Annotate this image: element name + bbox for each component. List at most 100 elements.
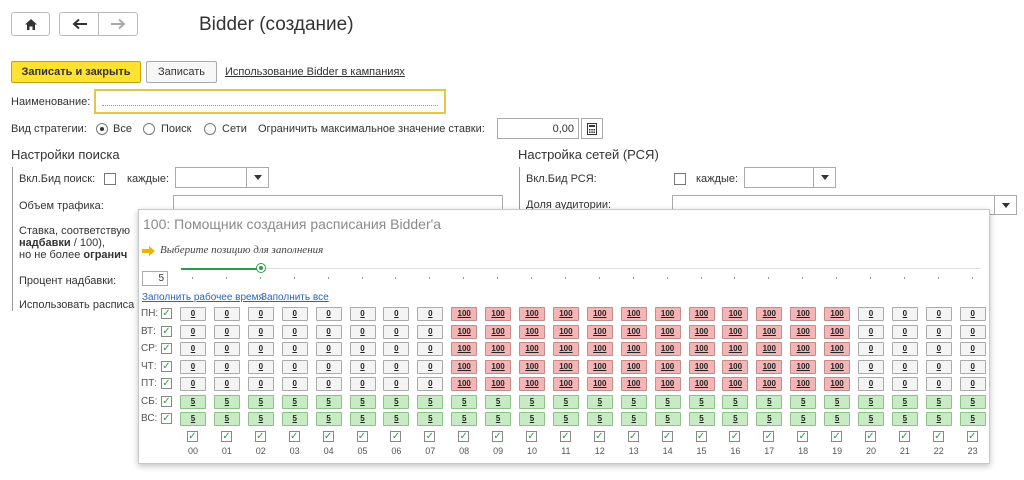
hour-checkbox[interactable]: ✓: [865, 431, 876, 442]
schedule-cell[interactable]: 100: [485, 324, 512, 339]
schedule-cell[interactable]: 0: [315, 307, 342, 321]
schedule-cell[interactable]: 100: [756, 324, 783, 339]
schedule-cell[interactable]: 0: [925, 307, 952, 321]
schedule-cell[interactable]: 100: [824, 342, 851, 356]
schedule-cell[interactable]: 0: [383, 307, 410, 321]
hour-checkbox[interactable]: ✓: [627, 431, 639, 442]
schedule-cell[interactable]: 100: [654, 359, 681, 374]
schedule-cell[interactable]: 100: [756, 359, 783, 374]
schedule-cell[interactable]: 100: [620, 377, 647, 391]
search-every-select[interactable]: [175, 167, 269, 188]
schedule-cell[interactable]: 0: [180, 342, 206, 356]
schedule-cell[interactable]: 0: [891, 307, 918, 321]
schedule-cell[interactable]: 5: [383, 394, 410, 409]
schedule-cell[interactable]: 0: [959, 342, 986, 356]
fill-work-time-link[interactable]: Заполнить рабочее время: [142, 292, 264, 303]
chevron-down-icon[interactable]: [813, 168, 835, 187]
fill-all-link[interactable]: Заполнить все: [261, 292, 329, 303]
schedule-cell[interactable]: 100: [552, 377, 579, 391]
schedule-cell[interactable]: 5: [925, 412, 952, 426]
schedule-cell[interactable]: 5: [959, 412, 986, 426]
schedule-cell[interactable]: 0: [959, 359, 986, 374]
schedule-cell[interactable]: 100: [620, 324, 647, 339]
schedule-cell[interactable]: 0: [247, 324, 274, 339]
schedule-cell[interactable]: 5: [383, 412, 410, 426]
schedule-cell[interactable]: 0: [383, 342, 410, 356]
save-and-close-button[interactable]: Записать и закрыть: [11, 61, 141, 83]
hour-checkbox[interactable]: ✓: [661, 431, 673, 442]
schedule-cell[interactable]: 5: [315, 394, 342, 409]
schedule-cell[interactable]: 100: [485, 377, 512, 391]
schedule-cell[interactable]: 100: [790, 377, 817, 391]
search-enable-checkbox[interactable]: [104, 173, 116, 185]
day-checkbox[interactable]: ✓: [161, 343, 172, 354]
schedule-cell[interactable]: 100: [824, 307, 851, 321]
schedule-cell[interactable]: 0: [180, 359, 206, 374]
calculator-button[interactable]: [581, 118, 603, 139]
max-bid-input[interactable]: 0,00: [497, 118, 579, 139]
schedule-cell[interactable]: 0: [383, 324, 410, 339]
schedule-cell[interactable]: 5: [180, 394, 206, 409]
schedule-cell[interactable]: 5: [485, 394, 512, 409]
schedule-cell[interactable]: 100: [756, 307, 783, 321]
schedule-cell[interactable]: 100: [451, 342, 478, 356]
hour-checkbox[interactable]: ✓: [559, 431, 571, 442]
hour-checkbox[interactable]: ✓: [797, 431, 809, 442]
save-button[interactable]: Записать: [146, 61, 217, 83]
schedule-cell[interactable]: 0: [349, 307, 376, 321]
schedule-cell[interactable]: 0: [858, 377, 884, 391]
schedule-cell[interactable]: 100: [586, 377, 613, 391]
schedule-cell[interactable]: 0: [959, 377, 986, 391]
schedule-cell[interactable]: 0: [247, 377, 274, 391]
schedule-cell[interactable]: 5: [349, 412, 376, 426]
hour-checkbox[interactable]: ✓: [322, 431, 334, 442]
hour-checkbox[interactable]: ✓: [187, 431, 198, 442]
schedule-cell[interactable]: 0: [281, 307, 308, 321]
schedule-cell[interactable]: 0: [349, 324, 376, 339]
schedule-cell[interactable]: 100: [756, 377, 783, 391]
schedule-cell[interactable]: 5: [349, 394, 376, 409]
schedule-cell[interactable]: 100: [451, 307, 478, 321]
schedule-cell[interactable]: 100: [722, 324, 749, 339]
hour-checkbox[interactable]: ✓: [932, 431, 944, 442]
schedule-cell[interactable]: 100: [519, 324, 545, 339]
schedule-cell[interactable]: 0: [180, 377, 206, 391]
hour-checkbox[interactable]: ✓: [390, 431, 402, 442]
day-checkbox[interactable]: ✓: [161, 308, 172, 319]
schedule-cell[interactable]: 100: [688, 342, 715, 356]
schedule-cell[interactable]: 100: [654, 324, 681, 339]
schedule-cell[interactable]: 100: [790, 342, 817, 356]
schedule-cell[interactable]: 5: [485, 412, 512, 426]
schedule-cell[interactable]: 0: [315, 359, 342, 374]
schedule-cell[interactable]: 5: [688, 412, 715, 426]
schedule-cell[interactable]: 100: [722, 377, 749, 391]
hour-checkbox[interactable]: ✓: [526, 431, 537, 442]
schedule-cell[interactable]: 5: [891, 412, 918, 426]
schedule-cell[interactable]: 0: [315, 342, 342, 356]
schedule-cell[interactable]: 5: [213, 412, 240, 426]
schedule-cell[interactable]: 5: [654, 394, 681, 409]
schedule-cell[interactable]: 0: [925, 324, 952, 339]
day-checkbox[interactable]: ✓: [161, 395, 172, 407]
hour-checkbox[interactable]: ✓: [729, 431, 741, 442]
schedule-cell[interactable]: 100: [722, 307, 749, 321]
schedule-cell[interactable]: 0: [281, 324, 308, 339]
schedule-cell[interactable]: 0: [349, 342, 376, 356]
schedule-cell[interactable]: 100: [451, 377, 478, 391]
schedule-cell[interactable]: 0: [383, 377, 410, 391]
schedule-cell[interactable]: 5: [620, 394, 647, 409]
position-input[interactable]: 5: [142, 271, 168, 286]
schedule-cell[interactable]: 0: [281, 359, 308, 374]
schedule-cell[interactable]: 5: [620, 412, 647, 426]
schedule-cell[interactable]: 0: [281, 342, 308, 356]
schedule-cell[interactable]: 100: [586, 324, 613, 339]
schedule-cell[interactable]: 5: [247, 412, 274, 426]
hour-checkbox[interactable]: ✓: [220, 431, 232, 442]
position-slider-track[interactable]: [261, 268, 981, 269]
schedule-cell[interactable]: 100: [519, 359, 545, 374]
hour-checkbox[interactable]: ✓: [424, 431, 436, 442]
schedule-cell[interactable]: 5: [180, 412, 206, 426]
schedule-cell[interactable]: 0: [417, 324, 444, 339]
schedule-cell[interactable]: 0: [315, 324, 342, 339]
schedule-cell[interactable]: 5: [417, 412, 444, 426]
